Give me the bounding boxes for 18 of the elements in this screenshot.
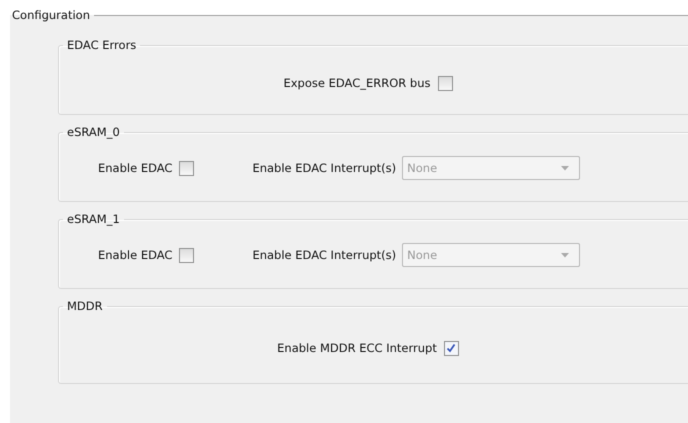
group-title: MDDR [66,299,104,313]
dropdown-label: Enable EDAC Interrupt(s) [252,248,396,262]
checkbox[interactable] [179,160,194,176]
caret-icon [561,252,570,258]
checkbox-label: Enable EDAC [98,161,172,175]
checkbox[interactable] [444,340,459,356]
checkbox-label: Expose EDAC_ERROR bus [283,76,431,90]
checkmark-icon [446,343,456,353]
checkbox-label: Enable MDDR ECC Interrupt [277,341,437,355]
dropdown-label: Enable EDAC Interrupt(s) [252,161,396,175]
checkbox-label: Enable EDAC [98,248,172,262]
checkbox[interactable] [438,76,453,90]
group-title: eSRAM_1 [66,212,121,226]
caret-icon [561,166,570,170]
group-title: EDAC Errors [66,38,138,52]
panel-title: Configuration [11,8,91,22]
group-title: eSRAM_0 [66,125,121,139]
checkbox[interactable] [179,248,194,262]
